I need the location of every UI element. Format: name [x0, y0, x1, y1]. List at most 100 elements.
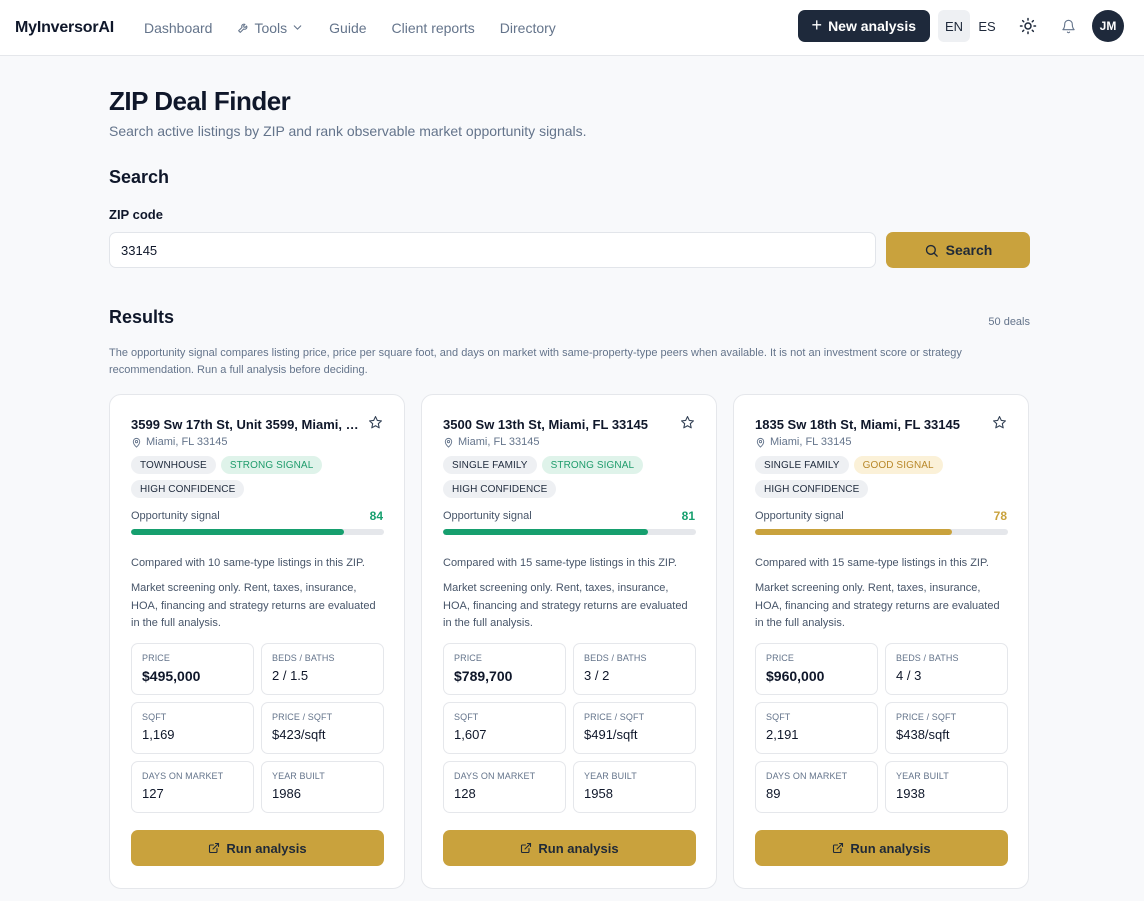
top-navigation-bar: MyInversorAI Dashboard Tools Guide Clien… [0, 0, 1144, 56]
location-text: Miami, FL 33145 [770, 436, 852, 448]
price-value: $789,700 [454, 667, 513, 684]
signal-value: 81 [681, 509, 695, 523]
property-type-badge: TOWNHOUSE [131, 456, 216, 474]
run-analysis-button[interactable]: Run analysis [131, 830, 384, 866]
star-icon[interactable] [368, 415, 383, 430]
signal-bar [131, 529, 384, 535]
lang-es-button[interactable]: ES [971, 10, 1003, 42]
days-on-market-value: 128 [454, 785, 476, 801]
year-built-cell: YEAR BUILT 1938 [885, 760, 1008, 813]
external-link-icon [833, 842, 844, 854]
signal-value: 84 [369, 509, 383, 523]
user-avatar[interactable]: JM [1092, 10, 1124, 42]
signal-badge: GOOD SIGNAL [853, 456, 943, 474]
nav-dashboard[interactable]: Dashboard [144, 20, 213, 36]
location-text: Miami, FL 33145 [146, 436, 228, 448]
year-built-label: YEAR BUILT [584, 770, 637, 781]
beds-baths-label: BEDS / BATHS [272, 652, 335, 663]
signal-value: 78 [993, 509, 1007, 523]
nav-tools[interactable]: Tools [237, 20, 304, 36]
nav-client-reports[interactable]: Client reports [392, 20, 475, 36]
sqft-label: SQFT [766, 711, 791, 722]
confidence-badge: HIGH CONFIDENCE [755, 480, 869, 498]
confidence-badge: HIGH CONFIDENCE [443, 480, 557, 498]
run-analysis-label: Run analysis [226, 840, 307, 856]
year-built-label: YEAR BUILT [272, 770, 325, 781]
year-built-cell: YEAR BUILT 1986 [261, 760, 384, 813]
signal-label: Opportunity signal [443, 510, 532, 522]
signal-label: Opportunity signal [755, 510, 844, 522]
deal-cards: 3599 Sw 17th St, Unit 3599, Miami, FL 33… [109, 394, 1030, 889]
page-subtitle: Search active listings by ZIP and rank o… [109, 123, 587, 139]
sqft-value: 2,191 [766, 726, 799, 742]
card-tags: SINGLE FAMILY GOOD SIGNAL HIGH CONFIDENC… [755, 456, 985, 498]
lang-en-button[interactable]: EN [938, 10, 970, 42]
signal-row: Opportunity signal 78 [755, 506, 1007, 528]
price-sqft-value: $491/sqft [584, 726, 638, 742]
wrench-icon [238, 23, 248, 33]
nav-label: Guide [329, 19, 367, 36]
search-heading: Search [109, 167, 170, 187]
card-address[interactable]: 1835 Sw 18th St, Miami, FL 33145 [755, 417, 985, 432]
star-icon[interactable] [680, 415, 695, 430]
notifications-button[interactable] [1052, 10, 1084, 42]
signal-label: Opportunity signal [131, 510, 220, 522]
brand-logo[interactable]: MyInversorAI [15, 19, 114, 37]
price-sqft-label: PRICE / SQFT [584, 711, 645, 722]
year-built-value: 1958 [584, 785, 613, 801]
nav-label: Tools [254, 19, 288, 36]
card-tags: TOWNHOUSE STRONG SIGNAL HIGH CONFIDENCE [131, 456, 361, 498]
days-on-market-cell: DAYS ON MARKET 128 [443, 760, 566, 813]
theme-toggle-button[interactable] [1012, 10, 1044, 42]
days-on-market-label: DAYS ON MARKET [454, 770, 536, 781]
price-value: $495,000 [142, 667, 201, 684]
map-pin-icon [132, 437, 141, 448]
sqft-value: 1,169 [142, 726, 175, 742]
external-link-icon [521, 842, 532, 854]
star-icon[interactable] [992, 415, 1007, 430]
zip-code-input[interactable] [109, 232, 876, 268]
nav-label: Directory [499, 19, 556, 36]
year-built-label: YEAR BUILT [896, 770, 949, 781]
comparison-text: Compared with 10 same-type listings in t… [131, 557, 365, 569]
confidence-badge: HIGH CONFIDENCE [131, 480, 245, 498]
card-address[interactable]: 3599 Sw 17th St, Unit 3599, Miami, FL 33… [131, 417, 361, 432]
card-address[interactable]: 3500 Sw 13th St, Miami, FL 33145 [443, 417, 673, 432]
sqft-cell: SQFT 1,607 [443, 701, 566, 754]
days-on-market-label: DAYS ON MARKET [142, 770, 224, 781]
results-disclaimer: The opportunity signal compares listing … [109, 347, 962, 376]
screening-note: Market screening only. Rent, taxes, insu… [443, 582, 688, 629]
nav-directory[interactable]: Directory [500, 20, 556, 36]
run-analysis-button[interactable]: Run analysis [755, 830, 1008, 866]
page-title: ZIP Deal Finder [109, 86, 291, 116]
days-on-market-cell: DAYS ON MARKET 127 [131, 760, 254, 813]
screening-note: Market screening only. Rent, taxes, insu… [131, 582, 376, 629]
card-tags: SINGLE FAMILY STRONG SIGNAL HIGH CONFIDE… [443, 456, 673, 498]
plus-icon: + [811, 15, 823, 35]
sqft-cell: SQFT 1,169 [131, 701, 254, 754]
price-cell: PRICE $789,700 [443, 642, 566, 695]
days-on-market-value: 127 [142, 785, 164, 801]
zip-code-label: ZIP code [109, 207, 163, 222]
new-analysis-button[interactable]: + New analysis [797, 10, 930, 42]
property-type-badge: SINGLE FAMILY [755, 456, 849, 474]
year-built-value: 1938 [896, 785, 925, 801]
run-analysis-button[interactable]: Run analysis [443, 830, 696, 866]
card-location: Miami, FL 33145 [131, 436, 383, 448]
beds-baths-label: BEDS / BATHS [896, 652, 959, 663]
nav-guide[interactable]: Guide [329, 20, 366, 36]
card-location: Miami, FL 33145 [443, 436, 695, 448]
price-label: PRICE [766, 652, 795, 663]
signal-row: Opportunity signal 81 [443, 506, 695, 528]
search-button[interactable]: Search [886, 232, 1030, 268]
price-sqft-label: PRICE / SQFT [272, 711, 333, 722]
nav-label: Client reports [391, 19, 475, 36]
sun-icon [1019, 17, 1037, 35]
stats-grid: PRICE $495,000 BEDS / BATHS 2 / 1.5 SQFT 1,… [131, 642, 384, 813]
card-location: Miami, FL 33145 [755, 436, 1007, 448]
search-button-label: Search [945, 242, 993, 258]
stats-grid: PRICE $960,000 BEDS / BATHS 4 / 3 SQFT 2,19… [755, 642, 1008, 813]
beds-baths-label: BEDS / BATHS [584, 652, 647, 663]
days-on-market-label: DAYS ON MARKET [766, 770, 848, 781]
price-value: $960,000 [766, 667, 825, 684]
